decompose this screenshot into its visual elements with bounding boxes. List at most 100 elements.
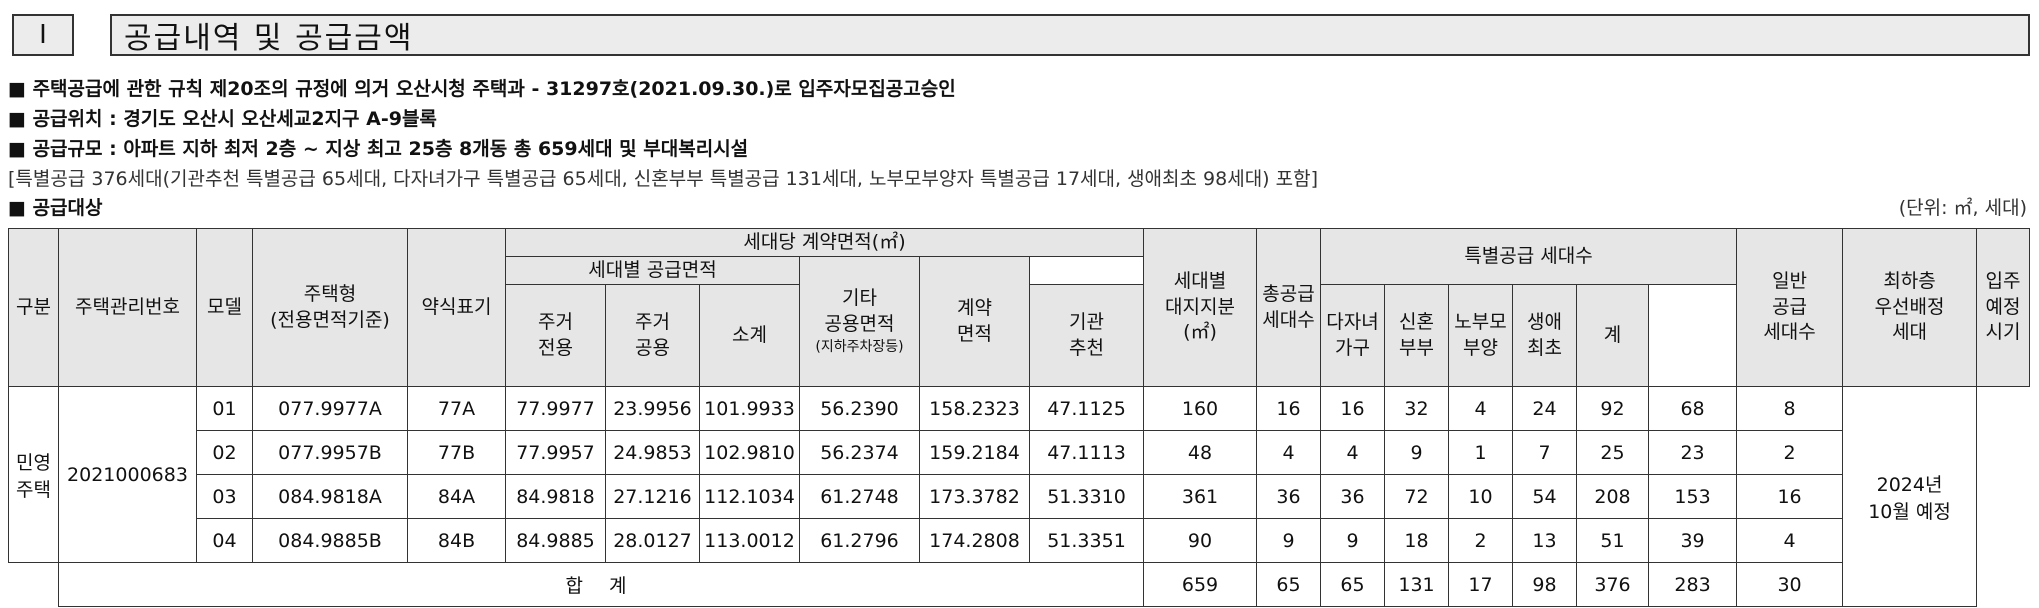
header-first-line2: 최초 xyxy=(1527,336,1562,359)
first-time-cell: 7 xyxy=(1512,430,1578,475)
section-header: Ⅰ 공급내역 및 공급금액 xyxy=(12,8,2032,58)
land-share-cell: 51.3310 xyxy=(1028,474,1145,519)
header-low-line2: 우선배정 xyxy=(1874,295,1945,318)
section-title: 공급내역 및 공급금액 xyxy=(110,14,2030,56)
special-sum-cell: 51 xyxy=(1576,518,1650,563)
newlywed-sum: 131 xyxy=(1384,562,1450,607)
model-cell: 03 xyxy=(196,474,253,519)
elderly-parent-cell: 2 xyxy=(1448,518,1514,563)
location-note: ■ 공급위치 : 경기도 오산시 오산세교2지구 A-9블록 xyxy=(8,108,437,130)
subtotal-cell: 112.1034 xyxy=(699,474,800,519)
move-in-line1: 2024년 xyxy=(1876,473,1943,496)
table-row: 03 084.9818A 84A 84.9818 27.1216 112.103… xyxy=(9,474,2030,519)
table-row: 민영 주택 2021000683 01 077.9977A 77A 77.997… xyxy=(8,386,2030,607)
header-move-in: 입주 예정 시기 xyxy=(1976,228,2030,387)
lowest-floor-cell: 16 xyxy=(1736,474,1844,519)
common-cell: 28.0127 xyxy=(605,518,700,563)
header-housing-type: 주택형 (전용면적기준) xyxy=(252,228,408,387)
header-total-line2: 세대수 xyxy=(1262,308,1315,331)
header-elder-line1: 노부모 xyxy=(1454,310,1507,333)
section-number: Ⅰ xyxy=(12,14,74,56)
total-row: 합 계 659 65 65 131 17 98 376 283 30 xyxy=(8,562,2030,607)
header-other-line2: 공용면적 xyxy=(824,313,895,336)
contract-area-cell: 159.2184 xyxy=(919,430,1030,475)
common-cell: 27.1216 xyxy=(605,474,700,519)
type-cell: 077.9957B xyxy=(252,430,408,475)
first-time-cell: 13 xyxy=(1512,518,1578,563)
general-supply-cell: 68 xyxy=(1648,386,1738,431)
move-in-cell: 2024년 10월 예정 xyxy=(1842,386,1978,607)
move-in-line2: 10월 예정 xyxy=(1868,500,1951,523)
institution-sum: 65 xyxy=(1256,562,1322,607)
unit-note: (단위: ㎡, 세대) xyxy=(1898,197,2027,219)
header-inst-line1: 기관 xyxy=(1069,310,1104,333)
other-common-cell: 56.2390 xyxy=(799,386,920,431)
subtotal-cell: 101.9933 xyxy=(699,386,800,431)
header-general-line1: 일반 xyxy=(1772,270,1808,293)
header-contract-line1: 계약 xyxy=(957,296,992,319)
special-total-sum: 376 xyxy=(1576,562,1650,607)
abbr-cell: 84B xyxy=(407,518,506,563)
lowest-floor-sum: 30 xyxy=(1736,562,1844,607)
common-cell: 24.9853 xyxy=(605,430,700,475)
header-multi-child: 다자녀 가구 xyxy=(1320,284,1386,387)
header-other-line3: (지하주차장등) xyxy=(815,338,904,355)
header-exclusive: 주거 전용 xyxy=(505,284,606,387)
table-row: 04 084.9885B 84B 84.9885 28.0127 113.001… xyxy=(9,518,2030,563)
lowest-floor-cell: 2 xyxy=(1736,430,1844,475)
multi-child-sum: 65 xyxy=(1320,562,1386,607)
exclusive-cell: 84.9885 xyxy=(505,518,606,563)
newlywed-cell: 18 xyxy=(1384,518,1450,563)
multi-child-cell: 9 xyxy=(1320,518,1386,563)
supply-table: 구분 주택관리번호 모델 주택형 (전용면적기준) 약식표기 세대당 계약면적(… xyxy=(8,228,2030,607)
institution-cell: 4 xyxy=(1256,430,1322,475)
header-housing-type-line2: (전용면적기준) xyxy=(270,308,390,331)
first-time-cell: 24 xyxy=(1512,386,1578,431)
elderly-parent-cell: 10 xyxy=(1448,474,1514,519)
header-total-line1: 총공급 xyxy=(1262,282,1315,305)
approval-note: ■ 주택공급에 관한 규칙 제20조의 규정에 의거 오산시청 주택과 - 31… xyxy=(8,78,956,100)
elderly-parent-cell: 1 xyxy=(1448,430,1514,475)
header-special-group: 특별공급 세대수 xyxy=(1320,228,1738,285)
header-institution: 기관 추천 xyxy=(1028,284,1145,387)
multi-child-cell: 16 xyxy=(1320,386,1386,431)
special-sum-cell: 92 xyxy=(1576,386,1650,431)
header-land-line1: 세대별 xyxy=(1173,270,1227,293)
multi-child-cell: 4 xyxy=(1320,430,1386,475)
type-cell: 077.9977A xyxy=(252,386,408,431)
header-special-sum: 계 xyxy=(1576,284,1650,387)
header-contract-line2: 면적 xyxy=(957,322,992,345)
total-supply-cell: 48 xyxy=(1143,430,1258,475)
subtotal-cell: 113.0012 xyxy=(699,518,800,563)
general-supply-cell: 23 xyxy=(1648,430,1738,475)
header-model: 모델 xyxy=(196,228,253,387)
institution-cell: 9 xyxy=(1256,518,1322,563)
special-breakdown-note: [특별공급 376세대(기관추천 특별공급 65세대, 다자녀가구 특별공급 6… xyxy=(8,168,1319,190)
multi-child-cell: 36 xyxy=(1320,474,1386,519)
header-newly-line1: 신혼 xyxy=(1399,310,1434,333)
total-supply-cell: 90 xyxy=(1143,518,1258,563)
special-sum-cell: 25 xyxy=(1576,430,1650,475)
header-land-share: 세대별 대지지분 (㎡) xyxy=(1143,228,1258,387)
header-multi-line2: 가구 xyxy=(1335,336,1370,359)
header-other-line1: 기타 xyxy=(842,287,877,310)
total-supply-sum: 659 xyxy=(1143,562,1258,607)
header-land-line2: 대지지분 xyxy=(1165,295,1235,318)
header-move-line1: 입주 xyxy=(1985,270,2021,293)
header-general-line3: 세대수 xyxy=(1763,321,1816,344)
header-total-supply: 총공급 세대수 xyxy=(1256,228,1322,387)
elderly-parent-cell: 4 xyxy=(1448,386,1514,431)
header-first-time: 생애 최초 xyxy=(1512,284,1578,387)
header-excl-line1: 주거 xyxy=(538,310,573,333)
header-move-line2: 예정 xyxy=(1985,295,2021,318)
special-sum-cell: 208 xyxy=(1576,474,1650,519)
subtotal-cell: 102.9810 xyxy=(699,430,800,475)
elderly-parent-sum: 17 xyxy=(1448,562,1514,607)
header-land-line3: (㎡) xyxy=(1183,321,1217,344)
category-line1: 민영 xyxy=(16,451,51,474)
header-move-line3: 시기 xyxy=(1985,321,2021,344)
header-general-line2: 공급 xyxy=(1772,295,1808,318)
newlywed-cell: 32 xyxy=(1384,386,1450,431)
header-low-line1: 최하층 xyxy=(1883,270,1936,293)
model-cell: 02 xyxy=(196,430,253,475)
